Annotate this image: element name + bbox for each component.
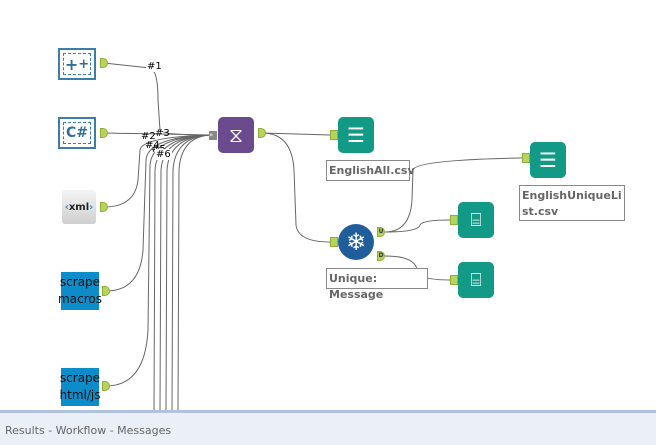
workflow-canvas[interactable]: + + C# ‹ xml › scrape macros scrape html/js… (0, 0, 656, 410)
tool-annotation: EnglishAll.csv (326, 160, 415, 181)
input-anchor[interactable] (330, 130, 338, 140)
input-anchor[interactable] (330, 237, 338, 247)
tool-label: scrape macros (58, 275, 102, 306)
results-panel-title: Results - Workflow - Messages (5, 424, 172, 437)
binoculars-icon: ⌸ (470, 269, 482, 291)
tool-annotation: EnglishUniqueList.csv (519, 185, 625, 221)
results-panel[interactable]: Results - Workflow - Messages (0, 410, 656, 445)
snowflake-icon: ❄ (345, 228, 367, 256)
xml-icon: xml (68, 201, 90, 213)
scrape-html-tool[interactable]: scrape html/js (59, 368, 101, 406)
output-file-icon: ☰ (347, 123, 365, 147)
formula-tool[interactable]: + + (58, 48, 96, 80)
multi-input-anchor[interactable]: » (209, 131, 217, 140)
union-tool[interactable]: ⧖ (218, 117, 254, 153)
csharp-tool[interactable]: C# (58, 117, 96, 149)
input-anchor[interactable] (450, 275, 458, 285)
tool-annotation: Unique: Message (326, 268, 428, 301)
tool-label: scrape html/js (59, 371, 101, 402)
scrape-macros-tool[interactable]: scrape macros (58, 272, 102, 310)
csharp-icon: C# (63, 122, 91, 144)
browse-tool-1[interactable]: ⌸ (458, 202, 494, 238)
unique-tool[interactable]: ❄ (338, 224, 374, 260)
input-anchor[interactable] (522, 153, 530, 163)
output-englishuniquelist-tool[interactable]: ☰ (530, 142, 566, 178)
connection-label: #6 (155, 149, 172, 160)
browse-tool-2[interactable]: ⌸ (458, 262, 494, 298)
output-file-icon: ☰ (539, 148, 557, 172)
output-englishall-tool[interactable]: ☰ (338, 117, 374, 153)
input-anchor[interactable] (450, 215, 458, 225)
plus-plus-icon: + + (63, 53, 91, 75)
xml-tool[interactable]: ‹ xml › (62, 190, 96, 224)
dna-icon: ⧖ (228, 123, 244, 147)
binoculars-icon: ⌸ (470, 209, 482, 231)
connection-label: #1 (146, 61, 163, 72)
connection-label: #3 (155, 128, 170, 139)
